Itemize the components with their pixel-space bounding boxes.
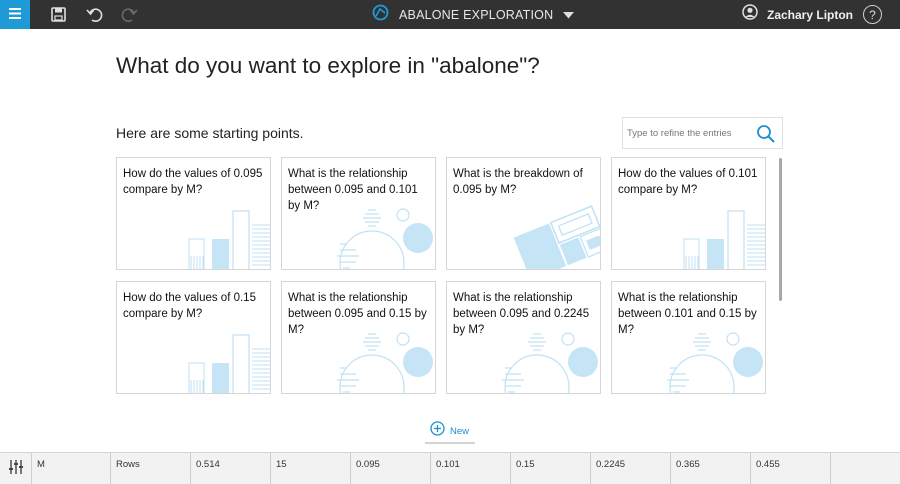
- search-icon[interactable]: [756, 124, 776, 144]
- redo-icon[interactable]: [120, 5, 138, 23]
- suggestion-card[interactable]: What is the breakdown of 0.095 by M?: [446, 157, 601, 270]
- column-chip[interactable]: M: [32, 453, 111, 484]
- column-chip[interactable]: 15: [271, 453, 351, 484]
- undo-icon[interactable]: [85, 5, 103, 23]
- column-chip[interactable]: 0.101: [431, 453, 511, 484]
- column-chip[interactable]: 0.514: [191, 453, 271, 484]
- menu-icon: [9, 6, 21, 24]
- column-chip[interactable]: 0.2245: [591, 453, 671, 484]
- starting-points-label: Here are some starting points.: [116, 125, 304, 141]
- column-chip[interactable]: 0.365: [671, 453, 751, 484]
- suggestion-card[interactable]: What is the relationship between 0.095 a…: [446, 281, 601, 394]
- column-chip[interactable]: Rows: [111, 453, 191, 484]
- column-bar: M Rows 0.514 15 0.095 0.101 0.15 0.2245 0.365 0.4…: [0, 452, 900, 484]
- suggestion-card[interactable]: What is the relationship between 0.095 a…: [281, 281, 436, 394]
- card-question: What is the relationship between 0.101 a…: [618, 292, 757, 336]
- column-chip[interactable]: 0.15: [511, 453, 591, 484]
- divider: [425, 442, 475, 444]
- user-menu[interactable]: Zachary Lipton: [742, 0, 853, 29]
- sliders-icon: [8, 459, 24, 480]
- suggestion-card[interactable]: How do the values of 0.095 compare by M?: [116, 157, 271, 270]
- app-title: ABALONE EXPLORATION: [399, 7, 554, 22]
- column-chip[interactable]: 0.455: [751, 453, 831, 484]
- suggestion-card[interactable]: What is the relationship between 0.101 a…: [611, 281, 766, 394]
- filter-sliders-button[interactable]: [0, 453, 32, 484]
- new-label: New: [450, 425, 470, 437]
- suggestion-card[interactable]: How do the values of 0.101 compare by M?: [611, 157, 766, 270]
- user-name: Zachary Lipton: [767, 7, 854, 22]
- card-question: How do the values of 0.15 compare by M?: [123, 292, 256, 320]
- exploration-icon: [372, 4, 389, 26]
- exploration-title-dropdown[interactable]: ABALONE EXPLORATION: [372, 0, 575, 29]
- column-chip[interactable]: 0.095: [351, 453, 431, 484]
- suggestion-card[interactable]: What is the relationship between 0.095 a…: [281, 157, 436, 270]
- page-title: What do you want to explore in "abalone"…: [116, 53, 540, 78]
- user-icon: [742, 4, 758, 25]
- top-bar: ABALONE EXPLORATION Zachary Lipton ?: [0, 0, 900, 29]
- card-question: How do the values of 0.095 compare by M?: [123, 168, 263, 196]
- menu-button[interactable]: [0, 0, 30, 29]
- card-question: What is the relationship between 0.095 a…: [453, 292, 590, 336]
- suggestion-card[interactable]: How do the values of 0.15 compare by M?: [116, 281, 271, 394]
- save-icon[interactable]: [49, 5, 67, 23]
- card-question: What is the breakdown of 0.095 by M?: [453, 168, 583, 196]
- cards-scrollbar[interactable]: [779, 158, 782, 301]
- help-label: ?: [869, 7, 876, 22]
- refine-entries-search: [622, 117, 783, 149]
- card-question: What is the relationship between 0.095 a…: [288, 168, 418, 212]
- new-button[interactable]: New: [430, 421, 470, 441]
- help-icon[interactable]: ?: [863, 5, 882, 24]
- add-circle-icon: [430, 421, 445, 441]
- chevron-down-icon: [563, 6, 575, 24]
- card-question: What is the relationship between 0.095 a…: [288, 292, 427, 336]
- refine-entries-input[interactable]: [627, 124, 752, 143]
- card-question: How do the values of 0.101 compare by M?: [618, 168, 758, 196]
